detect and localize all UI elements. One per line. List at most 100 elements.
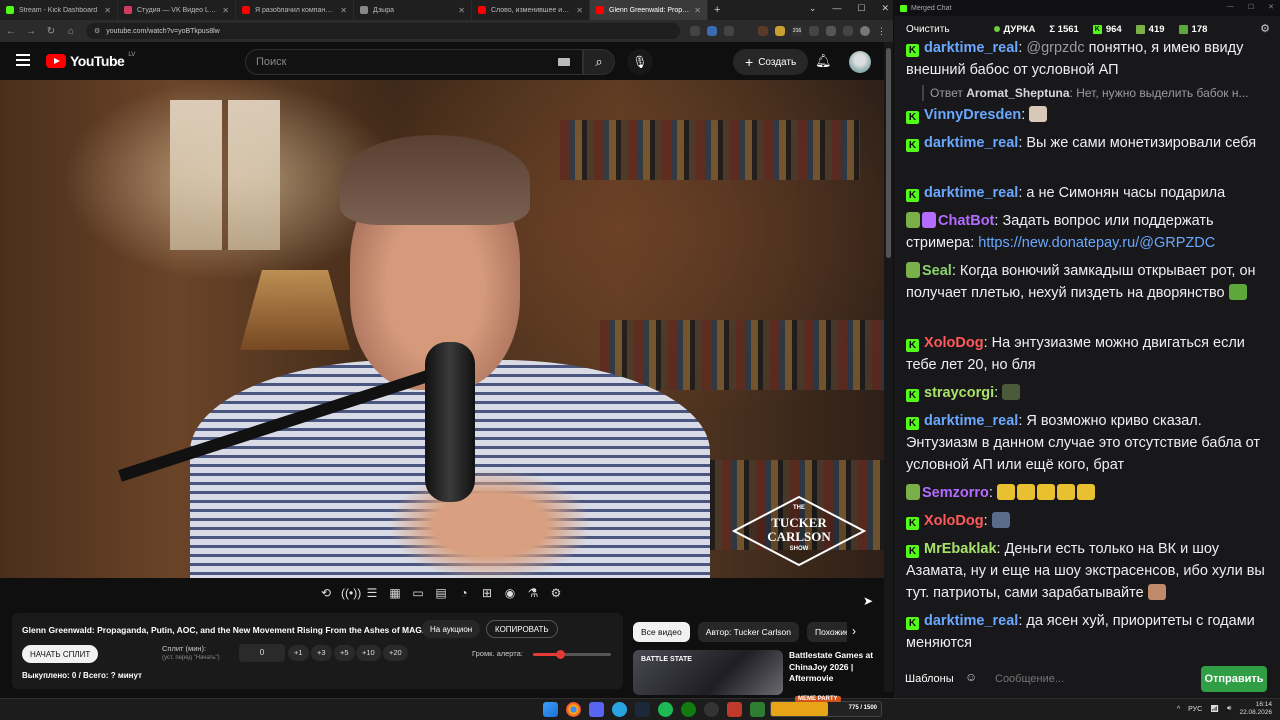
copy-button[interactable]: КОПИРОВАТЬ xyxy=(486,620,558,638)
screenshot-icon[interactable]: ◉ xyxy=(502,585,518,601)
tray-chevron-icon[interactable]: ^ xyxy=(1177,706,1180,713)
url-field[interactable]: ⚙ youtube.com/watch?v=yoBTkpus8lw xyxy=(86,23,680,39)
extension-icon[interactable] xyxy=(741,26,751,36)
download-icon[interactable] xyxy=(843,26,853,36)
home-icon[interactable]: ⌂ xyxy=(66,26,76,37)
screen-icon[interactable]: ▭ xyxy=(410,585,426,601)
playlist-icon[interactable]: ☰ xyxy=(364,585,380,601)
extension-icon[interactable] xyxy=(758,26,768,36)
increment-button[interactable]: +1 xyxy=(288,645,309,661)
xbox-icon[interactable] xyxy=(681,702,696,717)
video-player[interactable]: THE TUCKER CARLSON SHOW xyxy=(0,80,884,578)
increment-button[interactable]: +3 xyxy=(311,645,332,661)
spotify-icon[interactable] xyxy=(658,702,673,717)
steam-icon[interactable] xyxy=(635,702,650,717)
split-minutes-input[interactable]: 0 xyxy=(239,644,285,662)
back-icon[interactable]: ← xyxy=(6,26,16,37)
add-icon[interactable]: ⊞ xyxy=(479,585,495,601)
tab-dzyra[interactable]: Дзыра ✕ xyxy=(354,0,472,20)
chip-similar[interactable]: Похожие xyxy=(806,622,847,642)
chrome-icon[interactable] xyxy=(566,702,581,717)
avatar[interactable] xyxy=(849,51,871,73)
clear-chat-button[interactable]: Очистить xyxy=(906,24,950,35)
forward-icon[interactable]: → xyxy=(26,26,36,37)
tab-youtube-1[interactable]: Я разоблачил компанию, кото✕ xyxy=(236,0,354,20)
extension-icon[interactable] xyxy=(775,26,785,36)
telegram-icon[interactable] xyxy=(612,702,627,717)
increment-button[interactable]: +20 xyxy=(383,645,408,661)
donate-link[interactable]: https://new.donatepay.ru/@GRPZDC xyxy=(978,235,1215,251)
close-icon[interactable]: ✕ xyxy=(104,6,111,15)
maximize-icon[interactable]: ☐ xyxy=(1248,3,1254,11)
create-button[interactable]: + Создать xyxy=(733,49,809,75)
chip-all-videos[interactable]: Все видео xyxy=(633,622,690,642)
increment-button[interactable]: +10 xyxy=(356,645,381,661)
close-icon[interactable]: ✕ xyxy=(340,6,347,15)
wifi-icon[interactable]: 📶︎ xyxy=(1210,705,1219,713)
voice-search-button[interactable]: 🎙︎ xyxy=(627,49,653,75)
youtube-logo[interactable]: YouTube LV xyxy=(46,52,135,69)
tab-youtube-active[interactable]: Glenn Greenwald: Propaga ✕ xyxy=(590,0,708,20)
speed-icon[interactable]: ◔ xyxy=(456,585,472,601)
start-split-button[interactable]: НАЧАТЬ СПЛИТ xyxy=(22,645,99,663)
alert-volume-slider[interactable] xyxy=(533,650,611,659)
close-icon[interactable]: ✕ xyxy=(222,6,229,15)
close-window-icon[interactable]: ✕ xyxy=(881,3,889,14)
discord-icon[interactable] xyxy=(589,702,604,717)
chip-author[interactable]: Автор: Tucker Carlson xyxy=(697,622,799,642)
subtitles-icon[interactable]: ▤ xyxy=(433,585,449,601)
message-input[interactable] xyxy=(989,666,1197,692)
emoji-icon[interactable]: ☺ xyxy=(965,670,977,684)
volume-icon[interactable]: 🔊︎ xyxy=(1227,705,1231,713)
close-icon[interactable]: ✕ xyxy=(694,6,701,15)
close-icon[interactable]: ✕ xyxy=(576,6,583,15)
alert-volume-knob[interactable] xyxy=(556,650,566,659)
maximize-icon[interactable]: ☐ xyxy=(857,3,865,14)
increment-button[interactable]: +5 xyxy=(334,645,355,661)
chevron-right-icon[interactable]: › xyxy=(852,624,856,638)
templates-button[interactable]: Шаблоны xyxy=(905,673,954,685)
tab-youtube-2[interactable]: Слово, изменившее игровую✕ xyxy=(472,0,590,20)
send-button[interactable]: Отправить xyxy=(1201,666,1267,692)
close-icon[interactable]: ✕ xyxy=(458,6,465,15)
loop-icon[interactable]: ⟲ xyxy=(318,585,334,601)
windows-start-icon[interactable] xyxy=(543,702,558,717)
settings-gear-icon[interactable]: ⚙ xyxy=(548,585,564,601)
search-input[interactable]: Поиск xyxy=(245,49,583,75)
search-button[interactable]: ⌕ xyxy=(583,49,615,75)
scrollbar-thumb[interactable] xyxy=(886,48,891,258)
recommendation-title[interactable]: Battlestate Games at ChinaJoy 2026 | Aft… xyxy=(789,650,881,685)
hamburger-menu-icon[interactable] xyxy=(16,54,30,66)
broadcast-icon[interactable]: ((•)) xyxy=(341,585,361,601)
flask-icon[interactable]: ⚗ xyxy=(525,585,541,601)
notifications-bell-icon[interactable]: 🔔︎ xyxy=(815,53,832,69)
app-icon[interactable] xyxy=(727,702,742,717)
clock[interactable]: 16:14 22.08.2026 xyxy=(1239,701,1272,717)
new-tab-icon[interactable]: + xyxy=(714,4,720,16)
obs-icon[interactable] xyxy=(704,702,719,717)
tab-search-icon[interactable]: ⌄ xyxy=(809,3,817,14)
puzzle-icon[interactable] xyxy=(826,26,836,36)
translate-icon[interactable] xyxy=(707,26,717,36)
extension-badge-icon[interactable]: 216 xyxy=(792,26,802,36)
reply-quote[interactable]: Ответ Aromat_Sheptuna: Нет, нужно выдели… xyxy=(922,85,1267,101)
minimize-icon[interactable]: — xyxy=(832,3,841,14)
auction-button[interactable]: На аукцион xyxy=(422,620,481,638)
zoom-icon[interactable] xyxy=(690,26,700,36)
tab-vk-studio[interactable]: Студия — VK Видео Live ✕ xyxy=(118,0,236,20)
bookmark-star-icon[interactable] xyxy=(724,26,734,36)
reload-icon[interactable]: ↻ xyxy=(46,26,56,37)
close-window-icon[interactable]: ✕ xyxy=(1268,3,1274,11)
site-info-icon[interactable]: ⚙ xyxy=(94,27,100,35)
profile-icon[interactable] xyxy=(860,26,870,36)
minimize-icon[interactable]: — xyxy=(1227,3,1234,11)
keyboard-icon[interactable] xyxy=(558,58,570,66)
clip-icon[interactable]: ▦ xyxy=(387,585,403,601)
recommendation-thumbnail[interactable]: BATTLE STATE xyxy=(633,650,783,695)
language-indicator[interactable]: РУС xyxy=(1188,706,1202,713)
menu-icon[interactable]: ⋮ xyxy=(877,26,887,36)
extension-icon[interactable] xyxy=(809,26,819,36)
tab-kick-dashboard[interactable]: Stream - Kick Dashboard ✕ xyxy=(0,0,118,20)
chat-settings-gear-icon[interactable]: ⚙ xyxy=(1260,22,1270,35)
app-icon[interactable] xyxy=(750,702,765,717)
